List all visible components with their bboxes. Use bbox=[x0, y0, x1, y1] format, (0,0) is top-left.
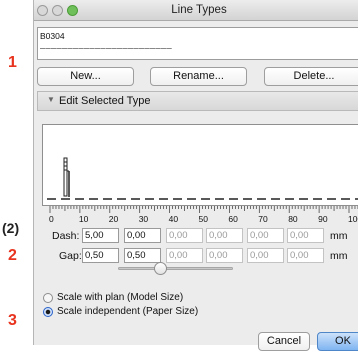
dash-field-4[interactable]: 0,00 bbox=[206, 228, 243, 243]
list-item[interactable]: B0304 ________________________ bbox=[38, 28, 358, 59]
ruler-label: 30 bbox=[138, 214, 149, 224]
delete-button[interactable]: Delete... bbox=[264, 67, 358, 86]
ruler-label: 90 bbox=[318, 214, 328, 224]
dash-label: Dash: bbox=[52, 230, 80, 242]
gap-label: Gap: bbox=[59, 250, 82, 262]
ruler-label: 70 bbox=[258, 214, 268, 224]
window-title: Line Types bbox=[171, 4, 227, 16]
scale-paper-radio[interactable] bbox=[43, 307, 53, 317]
ruler-label: 40 bbox=[168, 214, 179, 224]
scale-paper-label[interactable]: Scale independent (Paper Size) bbox=[57, 306, 198, 317]
dash-field-2[interactable]: 0,00 bbox=[124, 228, 161, 243]
ruler-label: 60 bbox=[228, 214, 238, 224]
ruler-label: 0 bbox=[49, 214, 54, 224]
annotation-step-2-paren: (2) bbox=[2, 220, 20, 236]
disclosure-triangle-icon[interactable]: ▼ bbox=[47, 95, 55, 104]
gap-field-5[interactable]: 0,00 bbox=[247, 248, 284, 263]
cancel-button[interactable]: Cancel bbox=[258, 332, 310, 351]
scale-model-radio[interactable] bbox=[43, 293, 53, 303]
gap-field-1[interactable]: 0,50 bbox=[82, 248, 119, 263]
annotation-step-3: 3 bbox=[8, 312, 17, 329]
annotation-step-1: 1 bbox=[8, 54, 17, 71]
dash-field-5[interactable]: 0,00 bbox=[247, 228, 284, 243]
line-preview bbox=[42, 124, 358, 206]
ruler-label: 50 bbox=[198, 214, 208, 224]
annotation-step-2: 2 bbox=[8, 247, 17, 264]
ruler-label: 20 bbox=[108, 214, 119, 224]
new-button[interactable]: New... bbox=[37, 67, 134, 86]
edit-selected-type-header[interactable]: ▼ Edit Selected Type bbox=[37, 91, 358, 111]
ruler-ticks bbox=[49, 206, 358, 213]
ruler-label: 80 bbox=[288, 214, 298, 224]
dash-field-3[interactable]: 0,00 bbox=[166, 228, 203, 243]
dash-field-6[interactable]: 0,00 bbox=[287, 228, 324, 243]
dash-unit: mm bbox=[330, 230, 348, 242]
slider-knob[interactable] bbox=[153, 262, 167, 275]
line-type-pattern: ________________________ bbox=[40, 39, 173, 49]
rename-button[interactable]: Rename... bbox=[150, 67, 247, 86]
line-type-list[interactable]: B0304 ________________________ bbox=[37, 27, 358, 60]
line-preview-graphic bbox=[47, 157, 358, 200]
ruler: 0 10 20 30 40 50 60 70 80 90 100 bbox=[48, 206, 358, 226]
line-types-window: Line Types B0304 _______________________… bbox=[33, 0, 358, 351]
dash-field-1[interactable]: 5,00 bbox=[82, 228, 119, 243]
title-bar[interactable]: Line Types bbox=[34, 0, 358, 21]
gap-unit: mm bbox=[330, 250, 348, 262]
gap-field-6[interactable]: 0,00 bbox=[287, 248, 324, 263]
slider-track bbox=[118, 267, 233, 270]
ok-button[interactable]: OK bbox=[317, 332, 358, 351]
section-label: Edit Selected Type bbox=[59, 95, 151, 107]
ruler-label: 100 bbox=[348, 214, 358, 224]
scale-slider[interactable] bbox=[118, 261, 233, 275]
ruler-label: 10 bbox=[78, 214, 89, 224]
scale-model-label[interactable]: Scale with plan (Model Size) bbox=[57, 292, 183, 303]
